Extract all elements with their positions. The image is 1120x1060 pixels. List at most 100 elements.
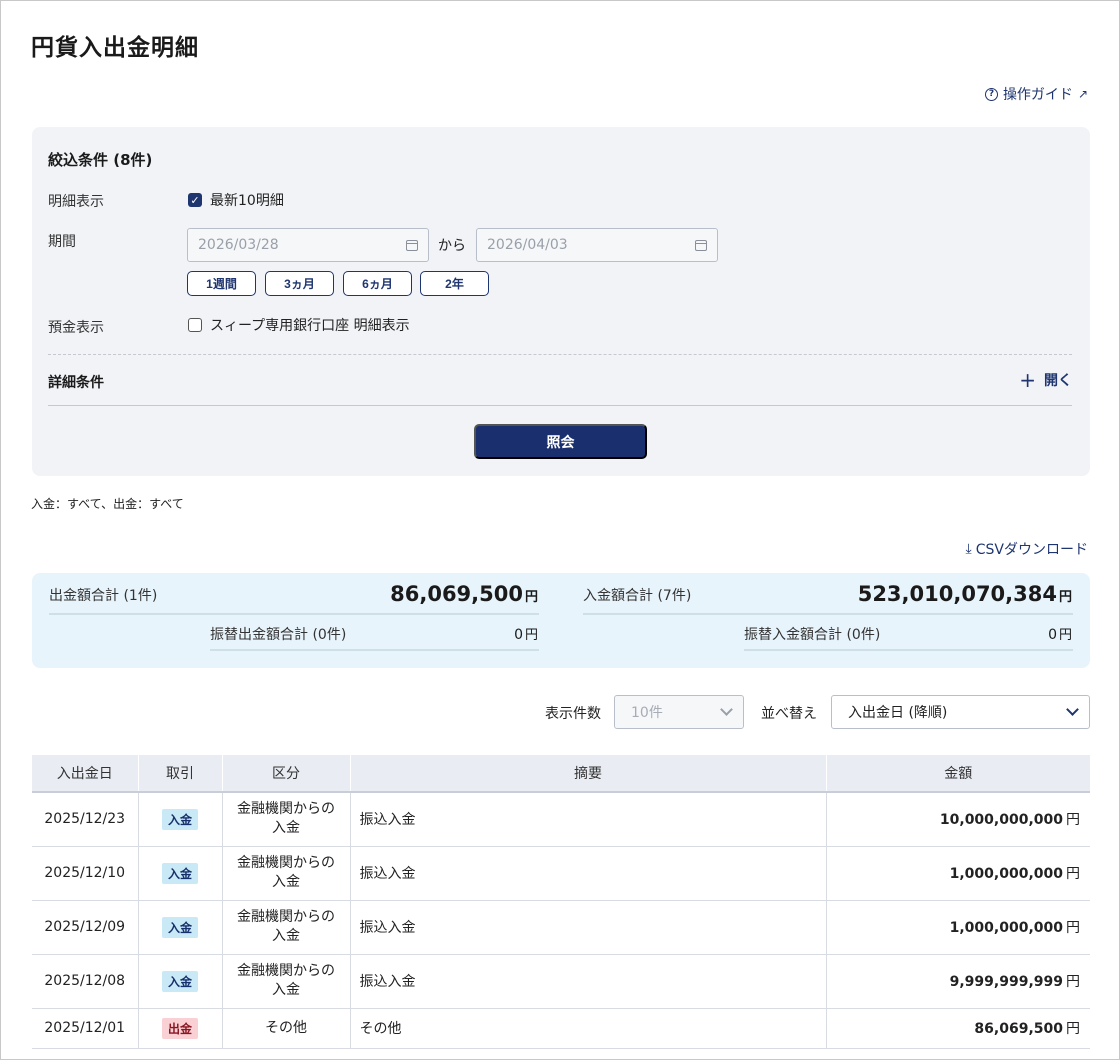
transfer-out-value: 0円 xyxy=(514,627,538,643)
cell-amount: 1,000,000,000 円 xyxy=(826,846,1090,901)
divider xyxy=(210,649,539,651)
divider xyxy=(583,613,1073,615)
date-to-value: 2026/04/03 xyxy=(487,237,568,253)
date-from-value: 2026/03/28 xyxy=(198,237,279,253)
cell-category: 金融機関からの 入金 xyxy=(222,792,351,847)
header-date[interactable]: 入出金日 xyxy=(32,755,139,793)
csv-download-label: CSVダウンロード xyxy=(975,542,1088,558)
cell-description: その他 xyxy=(350,1008,827,1049)
cell-amount: 10,000,000,000 円 xyxy=(826,792,1090,847)
period-6month-button[interactable]: 6ヵ月 xyxy=(343,271,412,296)
sweep-account-label: スィープ専用銀行口座 明細表示 xyxy=(210,318,410,334)
header-kind: 取引 xyxy=(138,755,223,793)
chevron-down-icon xyxy=(1066,703,1079,716)
header-description: 摘要 xyxy=(350,755,827,793)
header-category: 区分 xyxy=(222,755,351,793)
detail-open-toggle[interactable]: + 開く xyxy=(1019,370,1072,390)
calendar-icon[interactable] xyxy=(695,239,707,251)
transfer-in-value: 0円 xyxy=(1048,627,1072,643)
cell-description: 振込入金 xyxy=(350,954,827,1009)
filter-summary: 入金：すべて、出金：すべて xyxy=(31,497,184,511)
cell-kind: 入金 xyxy=(138,792,223,847)
period-1week-button[interactable]: 1週間 xyxy=(187,271,256,296)
withdrawal-badge: 出金 xyxy=(161,1017,198,1039)
deposit-total-label: 入金額合計 (7件) xyxy=(583,588,692,604)
external-link-icon: ↗ xyxy=(1077,87,1088,101)
divider xyxy=(48,405,1072,406)
checkbox-unchecked-icon xyxy=(188,318,202,332)
header-amount[interactable]: 金額 xyxy=(826,755,1090,793)
deposit-badge: 入金 xyxy=(161,916,198,938)
cell-date: 2025/12/08 xyxy=(32,954,139,1009)
cell-kind: 入金 xyxy=(138,954,223,1009)
deposit-badge: 入金 xyxy=(161,862,198,884)
cell-category: 金融機関からの 入金 xyxy=(222,846,351,901)
cell-description: 振込入金 xyxy=(350,792,827,847)
csv-download-link[interactable]: ⤓ CSVダウンロード xyxy=(966,539,1088,559)
cell-kind: 入金 xyxy=(138,900,223,955)
cell-amount: 86,069,500 円 xyxy=(826,1008,1090,1049)
table-row: 2025/12/10 入金 金融機関からの 入金 振込入金 1,000,000,0… xyxy=(32,846,1090,901)
cell-date: 2025/12/09 xyxy=(32,900,139,955)
cell-date: 2025/12/23 xyxy=(32,792,139,847)
period-2year-button[interactable]: 2年 xyxy=(420,271,489,296)
page-title: 円貨入出金明細 xyxy=(31,35,199,61)
latest-10-checkbox[interactable]: ✓ 最新10明細 xyxy=(188,190,284,210)
display-count-label: 表示件数 xyxy=(545,706,601,722)
date-to-input[interactable]: 2026/04/03 xyxy=(476,228,718,262)
divider xyxy=(744,649,1073,651)
table-row: 2025/12/01 出金 その他 その他 86,069,500 円 xyxy=(32,1008,1090,1049)
period-label: 期間 xyxy=(48,234,76,250)
filter-title: 絞込条件 (8件) xyxy=(48,151,153,169)
deposit-total-value: 523,010,070,384 円 xyxy=(857,582,1072,606)
deposit-badge: 入金 xyxy=(161,970,198,992)
transactions-table: 入出金日 取引 区分 摘要 金額 2025/12/23 入金 金融機関からの 入金… xyxy=(32,755,1090,1049)
download-icon: ⤓ xyxy=(965,541,972,557)
cell-date: 2025/12/01 xyxy=(32,1008,139,1049)
latest-10-label: 最新10明細 xyxy=(210,193,284,209)
table-row: 2025/12/08 入金 金融機関からの 入金 振込入金 9,999,999,9… xyxy=(32,954,1090,1009)
deposit-badge: 入金 xyxy=(161,808,198,830)
filter-panel: 絞込条件 (8件) 明細表示 ✓ 最新10明細 期間 2026/03/28 から… xyxy=(32,127,1090,476)
display-count-value: 10件 xyxy=(631,705,663,721)
divider xyxy=(48,354,1072,355)
sort-select[interactable]: 入出金日 (降順) xyxy=(831,695,1090,729)
cell-kind: 入金 xyxy=(138,846,223,901)
period-3month-button[interactable]: 3ヵ月 xyxy=(265,271,334,296)
question-circle-icon: ? xyxy=(984,87,998,101)
withdrawal-total-value: 86,069,500 円 xyxy=(390,582,538,606)
display-count-select[interactable]: 10件 xyxy=(614,695,744,729)
withdrawal-total-label: 出金額合計 (1件) xyxy=(49,588,158,604)
detail-conditions-label: 詳細条件 xyxy=(48,375,104,391)
open-label: 開く xyxy=(1044,373,1072,389)
display-label: 明細表示 xyxy=(48,194,104,210)
sort-value: 入出金日 (降順) xyxy=(848,705,948,721)
sweep-account-checkbox[interactable]: スィープ専用銀行口座 明細表示 xyxy=(188,315,410,335)
search-button[interactable]: 照会 xyxy=(474,424,647,459)
date-separator: から xyxy=(438,238,466,254)
divider xyxy=(49,613,539,615)
checkbox-checked-icon: ✓ xyxy=(188,193,202,207)
cell-category: その他 xyxy=(222,1008,351,1049)
cell-description: 振込入金 xyxy=(350,900,827,955)
cell-category: 金融機関からの 入金 xyxy=(222,900,351,955)
date-from-input[interactable]: 2026/03/28 xyxy=(187,228,429,262)
table-header-row: 入出金日 取引 区分 摘要 金額 xyxy=(32,755,1090,793)
cell-category: 金融機関からの 入金 xyxy=(222,954,351,1009)
cell-amount: 9,999,999,999 円 xyxy=(826,954,1090,1009)
chevron-down-icon xyxy=(720,703,733,716)
table-row: 2025/12/23 入金 金融機関からの 入金 振込入金 10,000,000,… xyxy=(32,792,1090,847)
deposit-label: 預金表示 xyxy=(48,320,104,336)
transfer-in-label: 振替入金額合計 (0件) xyxy=(744,627,881,643)
cell-description: 振込入金 xyxy=(350,846,827,901)
operation-guide-label: 操作ガイド xyxy=(1002,87,1073,103)
cell-amount: 1,000,000,000 円 xyxy=(826,900,1090,955)
transfer-out-label: 振替出金額合計 (0件) xyxy=(210,627,347,643)
calendar-icon[interactable] xyxy=(406,239,418,251)
sort-label: 並べ替え xyxy=(761,706,817,722)
operation-guide-link[interactable]: ? 操作ガイド ↗ xyxy=(984,84,1088,104)
totals-panel: 出金額合計 (1件) 86,069,500 円 振替出金額合計 (0件) 0円 入… xyxy=(32,573,1090,668)
table-row: 2025/12/09 入金 金融機関からの 入金 振込入金 1,000,000,0… xyxy=(32,900,1090,955)
cell-date: 2025/12/10 xyxy=(32,846,139,901)
cell-kind: 出金 xyxy=(138,1008,223,1049)
